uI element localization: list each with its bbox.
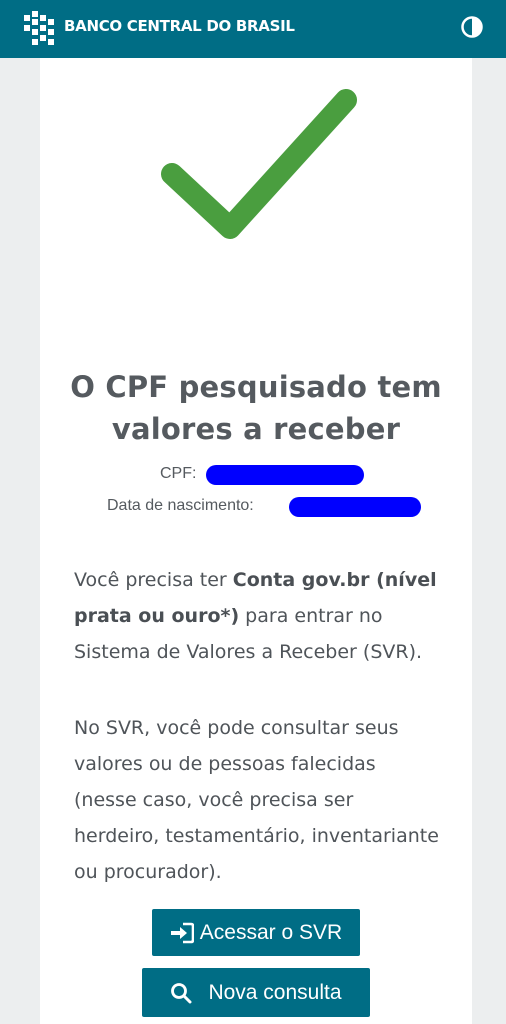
- cpf-row: CPF:: [40, 463, 472, 487]
- info-p1-pre: Você precisa ter: [74, 569, 233, 591]
- checkmark-icon: [161, 89, 357, 239]
- info-paragraph-svr: No SVR, você pode consultar seus valores…: [74, 717, 439, 883]
- sign-in-icon: [170, 922, 194, 943]
- result-title-line2: valores a receber: [111, 412, 401, 446]
- new-query-label: Nova consulta: [208, 980, 342, 1004]
- result-title-line1: O CPF pesquisado tem: [70, 370, 442, 404]
- cpf-label: CPF:: [160, 465, 197, 482]
- access-svr-button[interactable]: Acessar o SVR: [152, 909, 360, 956]
- search-icon: [171, 982, 192, 1003]
- cpf-redacted: [206, 465, 364, 485]
- birth-date-redacted: [289, 497, 421, 517]
- birth-date-label: Data de nascimento:: [107, 497, 254, 514]
- birth-date-row: Data de nascimento:: [40, 495, 472, 519]
- result-card: O CPF pesquisado tem valores a receber C…: [40, 58, 472, 1024]
- contrast-icon[interactable]: [460, 15, 484, 39]
- top-header: BANCO CENTRAL DO BRASIL: [0, 0, 506, 58]
- access-svr-label: Acessar o SVR: [199, 920, 343, 944]
- new-query-button[interactable]: Nova consulta: [142, 968, 370, 1017]
- info-paragraph-account: Você precisa ter Conta gov.br (nível pra…: [74, 562, 444, 670]
- brand-name: BANCO CENTRAL DO BRASIL: [64, 17, 295, 35]
- bcb-logo-icon: [24, 11, 54, 45]
- result-title: O CPF pesquisado tem valores a receber: [40, 366, 472, 450]
